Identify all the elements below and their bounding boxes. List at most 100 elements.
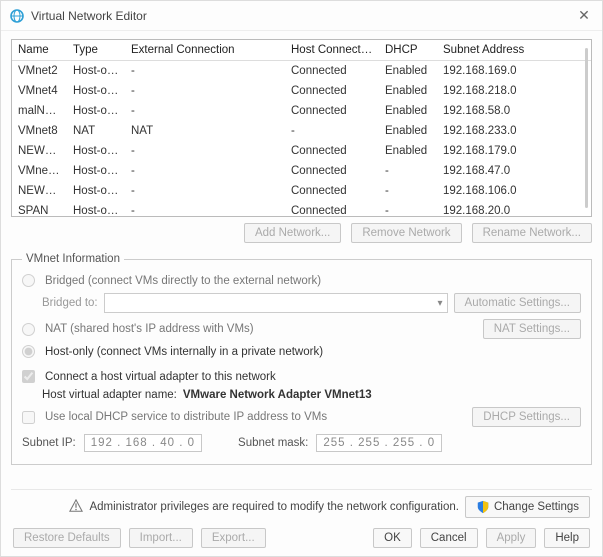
cell-dhcp: Enabled xyxy=(379,141,437,161)
cell-dhcp: - xyxy=(379,201,437,217)
export-button[interactable]: Export... xyxy=(201,528,266,548)
table-row[interactable]: VMnet10Host-only-Connected-192.168.47.0 xyxy=(12,161,591,181)
import-button[interactable]: Import... xyxy=(129,528,193,548)
cell-ext: NAT xyxy=(125,121,285,141)
col-sub[interactable]: Subnet Address xyxy=(437,40,547,60)
col-ext[interactable]: External Connection xyxy=(125,40,285,60)
shield-icon xyxy=(476,500,490,514)
restore-defaults-button[interactable]: Restore Defaults xyxy=(13,528,121,548)
cell-sub: 192.168.179.0 xyxy=(437,141,547,161)
chevron-down-icon: ▾ xyxy=(438,298,443,309)
cell-sub: 192.168.233.0 xyxy=(437,121,547,141)
cell-sub: 192.168.47.0 xyxy=(437,161,547,181)
table-row[interactable]: VMnet8NATNAT-Enabled192.168.233.0 xyxy=(12,121,591,141)
cell-host: - xyxy=(285,121,379,141)
table-row[interactable]: NEW_H...Host-only-Connected-192.168.106.… xyxy=(12,181,591,201)
vmnet-info-group: VMnet Information Bridged (connect VMs d… xyxy=(11,253,592,465)
cell-sub: 192.168.20.0 xyxy=(437,201,547,217)
nat-label: NAT (shared host's IP address with VMs) xyxy=(45,323,477,335)
cell-type: Host-only xyxy=(67,101,125,121)
cell-ext: - xyxy=(125,141,285,161)
table-row[interactable]: VMnet2Host-only-ConnectedEnabled192.168.… xyxy=(12,61,591,81)
close-icon[interactable]: ✕ xyxy=(574,7,594,24)
connect-adapter-row: Connect a host virtual adapter to this n… xyxy=(22,367,581,386)
window-title: Virtual Network Editor xyxy=(31,9,574,23)
cell-name: VMnet8 xyxy=(12,121,67,141)
cell-name: NEW_S... xyxy=(12,141,67,161)
bridged-label: Bridged (connect VMs directly to the ext… xyxy=(45,275,581,287)
bridged-row: Bridged (connect VMs directly to the ext… xyxy=(22,271,581,290)
bridged-to-dropdown[interactable]: ▾ xyxy=(104,293,448,313)
cell-sub: 192.168.218.0 xyxy=(437,81,547,101)
cell-host: Connected xyxy=(285,181,379,201)
warning-icon xyxy=(69,499,83,516)
remove-network-button[interactable]: Remove Network xyxy=(351,223,461,243)
change-settings-button[interactable]: Change Settings xyxy=(465,496,590,518)
subnet-ip-field[interactable]: 192 . 168 . 40 . 0 xyxy=(84,434,202,452)
col-host[interactable]: Host Connection xyxy=(285,40,379,60)
table-body: VMnet2Host-only-ConnectedEnabled192.168.… xyxy=(12,61,591,217)
cell-dhcp: - xyxy=(379,161,437,181)
cell-dhcp: Enabled xyxy=(379,101,437,121)
hostonly-radio[interactable] xyxy=(22,345,35,358)
cell-ext: - xyxy=(125,61,285,81)
use-dhcp-label: Use local DHCP service to distribute IP … xyxy=(45,411,466,423)
col-type[interactable]: Type xyxy=(67,40,125,60)
cell-host: Connected xyxy=(285,201,379,217)
connect-adapter-checkbox[interactable] xyxy=(22,370,35,383)
scrollbar[interactable] xyxy=(585,48,588,208)
footer-buttons: Restore Defaults Import... Export... OK … xyxy=(11,524,592,550)
automatic-settings-button[interactable]: Automatic Settings... xyxy=(454,293,581,313)
cancel-button[interactable]: Cancel xyxy=(420,528,478,548)
vmnet-info-legend: VMnet Information xyxy=(22,253,124,265)
cell-dhcp: Enabled xyxy=(379,61,437,81)
cell-host: Connected xyxy=(285,101,379,121)
cell-name: SPAN xyxy=(12,201,67,217)
cell-type: Host-only xyxy=(67,81,125,101)
connect-adapter-label: Connect a host virtual adapter to this n… xyxy=(45,371,581,383)
hostonly-label: Host-only (connect VMs internally in a p… xyxy=(45,346,581,358)
cell-sub: 192.168.58.0 xyxy=(437,101,547,121)
subnet-ip-label: Subnet IP: xyxy=(22,437,76,449)
table-row[interactable]: SPANHost-only-Connected-192.168.20.0 xyxy=(12,201,591,217)
add-network-button[interactable]: Add Network... xyxy=(244,223,341,243)
help-button[interactable]: Help xyxy=(544,528,590,548)
change-settings-label: Change Settings xyxy=(494,501,579,513)
adapter-name-row: Host virtual adapter name: VMware Networ… xyxy=(42,386,581,404)
networks-table: Name Type External Connection Host Conne… xyxy=(11,39,592,217)
rename-network-button[interactable]: Rename Network... xyxy=(472,223,592,243)
cell-type: Host-only xyxy=(67,161,125,181)
dhcp-settings-button[interactable]: DHCP Settings... xyxy=(472,407,581,427)
bridged-radio[interactable] xyxy=(22,274,35,287)
col-dhcp[interactable]: DHCP xyxy=(379,40,437,60)
cell-type: NAT xyxy=(67,121,125,141)
cell-host: Connected xyxy=(285,141,379,161)
bridged-to-row: Bridged to: ▾ Automatic Settings... xyxy=(42,290,581,316)
table-header: Name Type External Connection Host Conne… xyxy=(12,40,591,61)
admin-note-row: Administrator privileges are required to… xyxy=(11,489,592,524)
col-name[interactable]: Name xyxy=(12,40,67,60)
cell-dhcp: Enabled xyxy=(379,81,437,101)
cell-ext: - xyxy=(125,101,285,121)
use-dhcp-checkbox[interactable] xyxy=(22,411,35,424)
table-row[interactable]: malNet...Host-only-ConnectedEnabled192.1… xyxy=(12,101,591,121)
cell-name: malNet... xyxy=(12,101,67,121)
subnet-mask-field[interactable]: 255 . 255 . 255 . 0 xyxy=(316,434,442,452)
cell-ext: - xyxy=(125,181,285,201)
cell-host: Connected xyxy=(285,61,379,81)
apply-button[interactable]: Apply xyxy=(486,528,537,548)
table-buttons: Add Network... Remove Network Rename Net… xyxy=(11,217,592,253)
content-area: Name Type External Connection Host Conne… xyxy=(1,31,602,556)
table-row[interactable]: VMnet4Host-only-ConnectedEnabled192.168.… xyxy=(12,81,591,101)
adapter-name-value: VMware Network Adapter VMnet13 xyxy=(183,389,372,401)
cell-ext: - xyxy=(125,161,285,181)
nat-row: NAT (shared host's IP address with VMs) … xyxy=(22,316,581,342)
nat-radio[interactable] xyxy=(22,323,35,336)
cell-ext: - xyxy=(125,81,285,101)
ok-button[interactable]: OK xyxy=(373,528,412,548)
cell-type: Host-only xyxy=(67,61,125,81)
nat-settings-button[interactable]: NAT Settings... xyxy=(483,319,581,339)
cell-type: Host-only xyxy=(67,201,125,217)
table-row[interactable]: NEW_S...Host-only-ConnectedEnabled192.16… xyxy=(12,141,591,161)
cell-host: Connected xyxy=(285,161,379,181)
